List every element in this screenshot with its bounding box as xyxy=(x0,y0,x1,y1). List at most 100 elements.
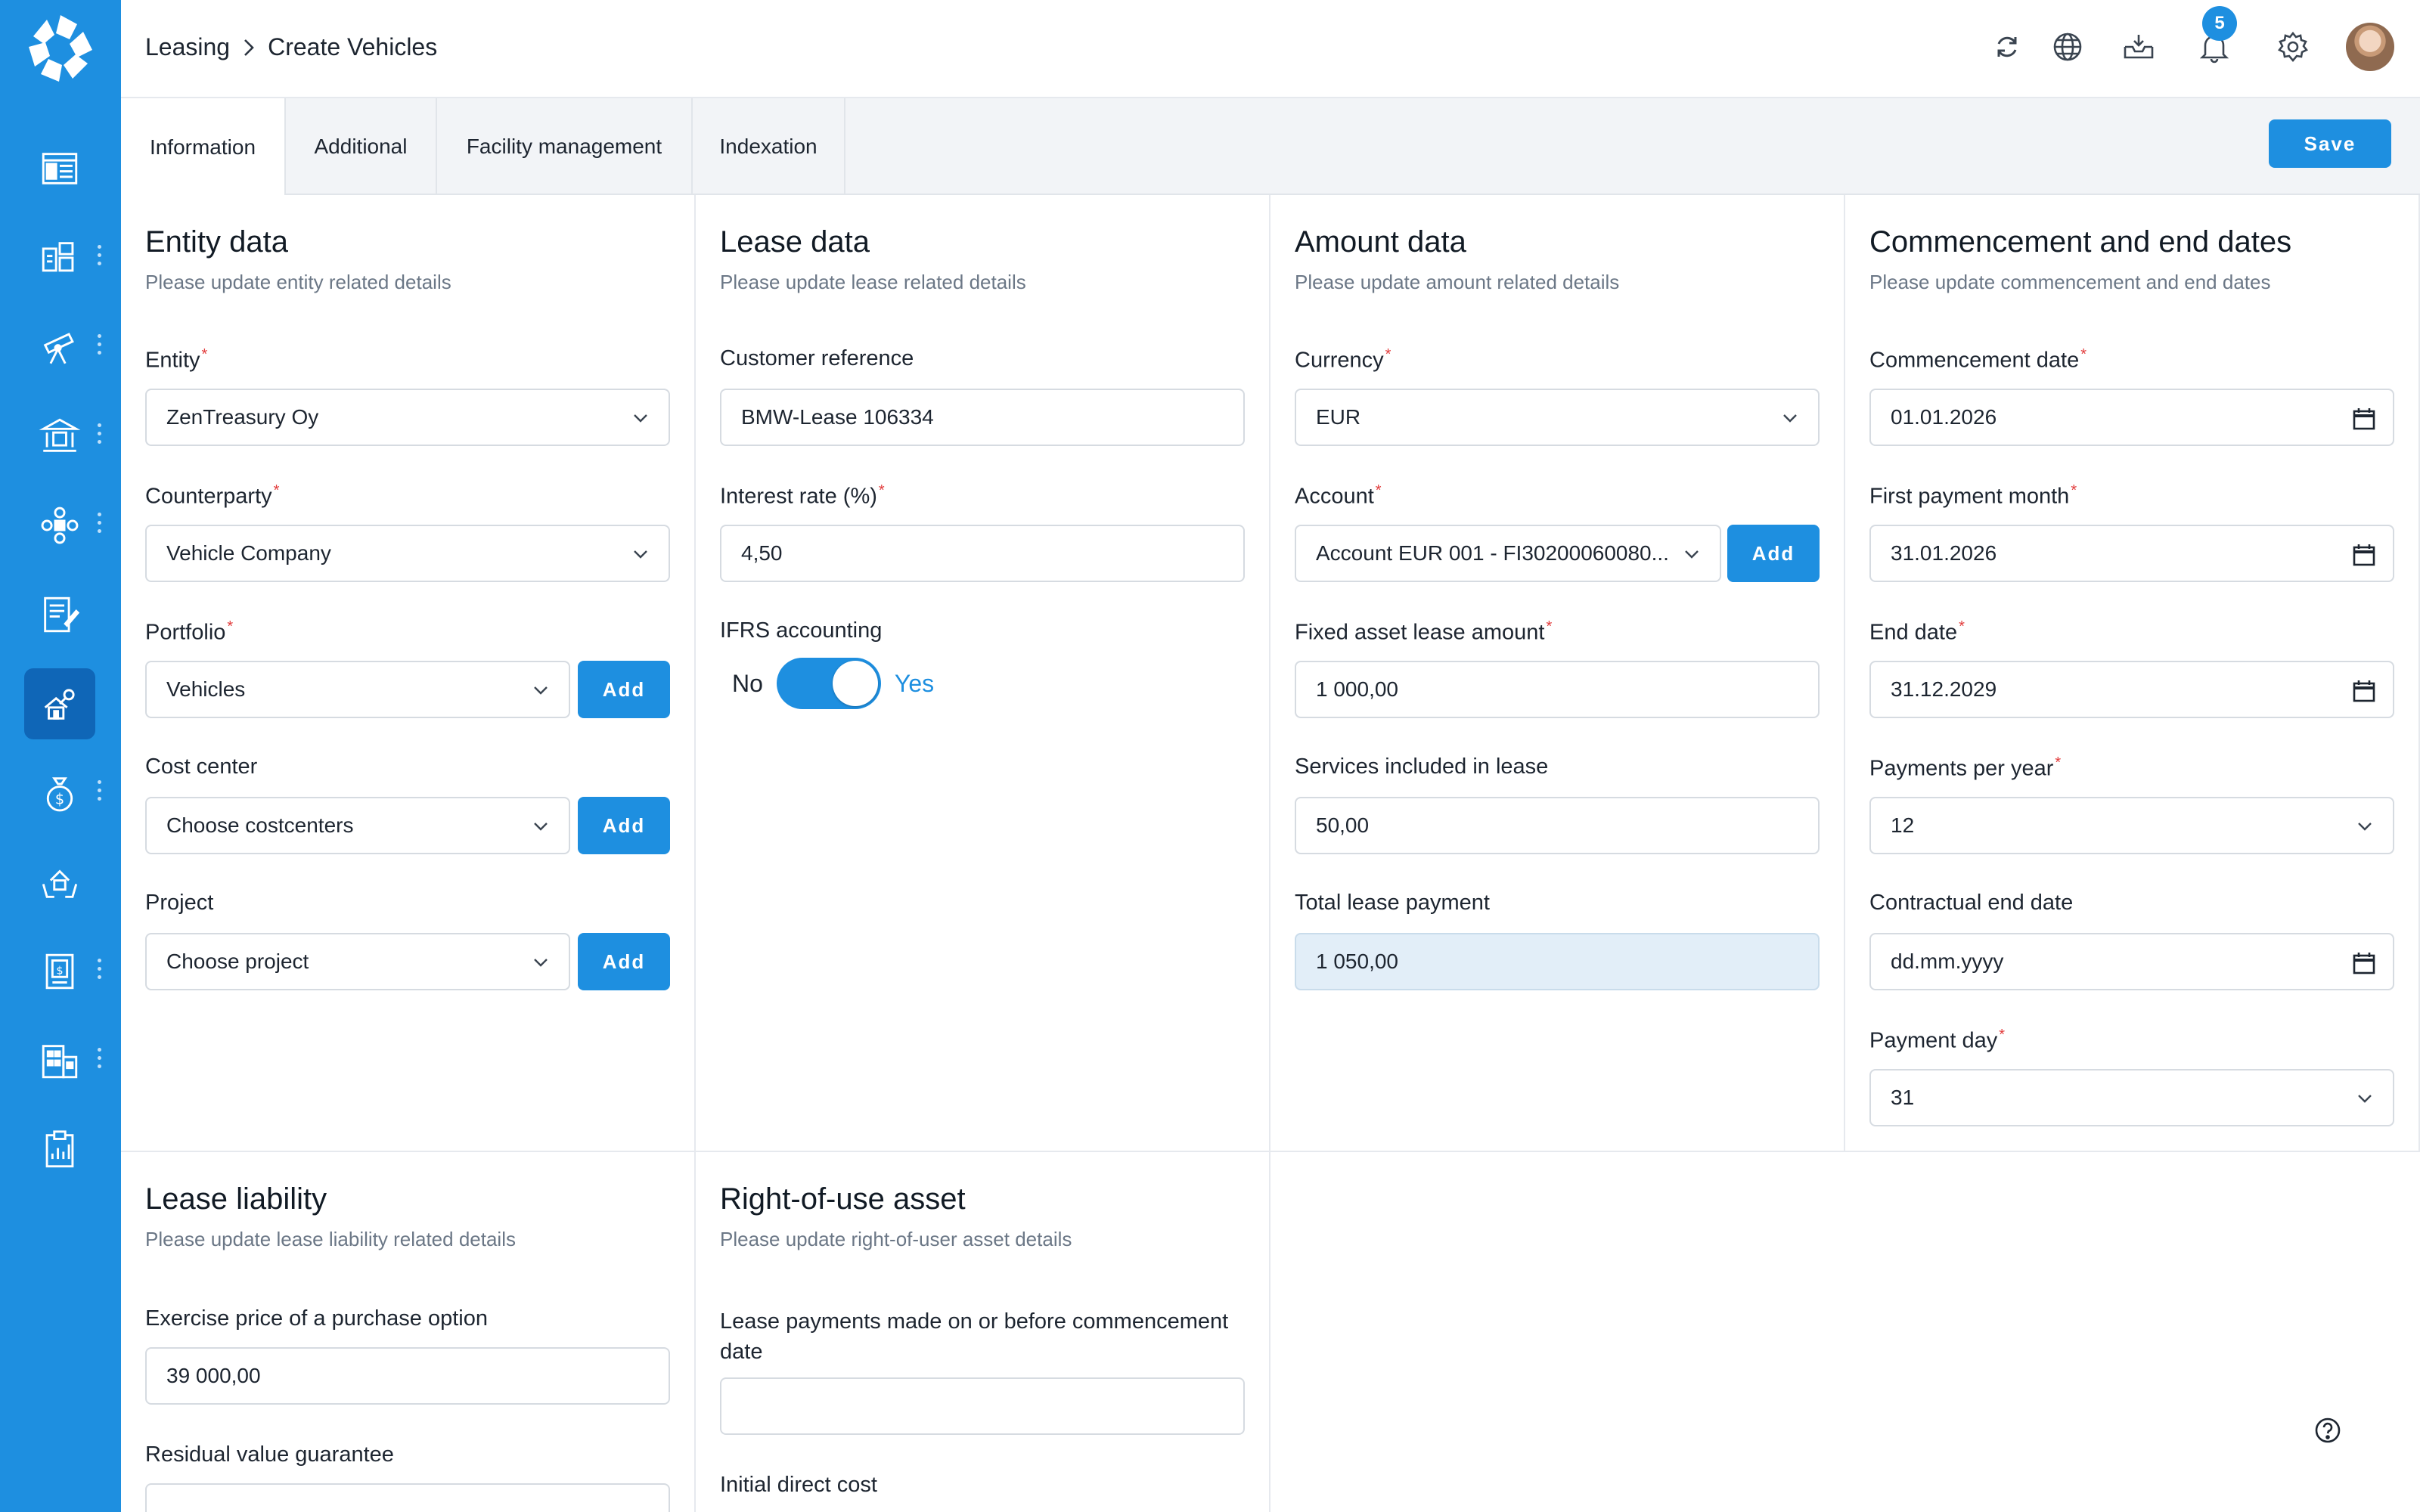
notification-count-badge: 5 xyxy=(2202,6,2237,41)
save-button[interactable]: Save xyxy=(2269,119,2391,168)
right-of-use-asset-panel: Right-of-use asset Please update right-o… xyxy=(696,1152,1270,1512)
sidebar-more-icon[interactable] xyxy=(95,508,103,541)
add-portfolio-button[interactable]: Add xyxy=(578,661,670,718)
panel-subtitle: Please update entity related details xyxy=(145,271,451,293)
services-included-input[interactable]: 50,00 xyxy=(1295,797,1820,854)
sidebar-item-documents[interactable] xyxy=(24,579,95,650)
refresh-button[interactable] xyxy=(1983,23,2031,71)
chevron-down-icon xyxy=(534,959,548,967)
add-account-button[interactable]: Add xyxy=(1727,525,1820,582)
sidebar-item-guarantees[interactable] xyxy=(24,847,95,918)
bank-icon xyxy=(39,418,81,452)
payments-per-year-select[interactable]: 12 xyxy=(1869,797,2394,854)
amount-data-panel: Amount data Please update amount related… xyxy=(1270,195,1845,1152)
calendar-icon[interactable] xyxy=(2352,407,2376,431)
settings-button[interactable] xyxy=(2269,23,2317,71)
panel-title: Entity data xyxy=(145,225,289,259)
services-included-label: Services included in lease xyxy=(1295,754,1549,779)
breadcrumb-leasing[interactable]: Leasing xyxy=(145,33,230,61)
chevron-down-icon xyxy=(534,686,548,695)
language-button[interactable] xyxy=(2043,23,2092,71)
breadcrumb: Leasing Create Vehicles xyxy=(145,33,437,61)
payment-day-label: Payment day * xyxy=(1869,1027,2006,1053)
panel-subtitle: Please update lease liability related de… xyxy=(145,1228,516,1250)
project-select[interactable]: Choose project xyxy=(145,933,570,990)
contractual-end-date-input[interactable]: dd.mm.yyyy xyxy=(1869,933,2394,990)
payment-day-select[interactable]: 31 xyxy=(1869,1069,2394,1126)
chevron-down-icon xyxy=(2358,823,2372,831)
sidebar-more-icon[interactable] xyxy=(95,240,103,274)
top-bar: Leasing Create Vehicles 5 xyxy=(121,0,2420,98)
add-cost-center-button[interactable]: Add xyxy=(578,797,670,854)
tab-facility-management[interactable]: Facility management xyxy=(437,98,693,195)
hands-house-icon xyxy=(42,869,78,898)
sidebar: $ $ xyxy=(0,0,121,1512)
counterparty-select[interactable]: Vehicle Company xyxy=(145,525,670,582)
sidebar-item-reports[interactable]: $ xyxy=(24,936,95,1007)
user-avatar[interactable] xyxy=(2346,23,2394,71)
sidebar-more-icon[interactable] xyxy=(95,419,103,452)
add-project-button[interactable]: Add xyxy=(578,933,670,990)
initial-direct-cost-label: Initial direct cost xyxy=(720,1473,877,1497)
sidebar-item-tasks[interactable] xyxy=(24,1114,95,1185)
lease-liability-panel: Lease liability Please update lease liab… xyxy=(121,1152,696,1512)
sidebar-item-leasing[interactable] xyxy=(24,668,95,739)
portfolio-select[interactable]: Vehicles xyxy=(145,661,570,718)
sidebar-item-network[interactable] xyxy=(24,490,95,561)
sidebar-item-funds[interactable]: $ xyxy=(24,758,95,829)
sidebar-more-icon[interactable] xyxy=(95,330,103,363)
notifications-button[interactable]: 5 xyxy=(2190,6,2238,71)
ifrs-toggle-group: No Yes xyxy=(732,658,934,709)
fixed-asset-lease-amount-input[interactable]: 1 000,00 xyxy=(1295,661,1820,718)
sidebar-more-icon[interactable] xyxy=(95,954,103,987)
calendar-icon[interactable] xyxy=(2352,951,2376,975)
sidebar-item-analytics[interactable] xyxy=(24,222,95,293)
svg-text:$: $ xyxy=(56,965,63,978)
commencement-date-input[interactable]: 01.01.2026 xyxy=(1869,389,2394,446)
calendar-icon[interactable] xyxy=(2352,543,2376,567)
lease-payments-before-commencement-label: Lease payments made on or before commenc… xyxy=(720,1309,1229,1364)
lease-payments-before-commencement-input[interactable] xyxy=(720,1377,1245,1435)
dashboard-icon xyxy=(42,153,78,184)
money-bag-icon: $ xyxy=(46,777,73,812)
calendar-icon[interactable] xyxy=(2352,679,2376,703)
sidebar-more-icon[interactable] xyxy=(95,1043,103,1077)
clipboard-icon xyxy=(45,1130,74,1168)
counterparty-label: Counterparty * xyxy=(145,482,280,509)
currency-select[interactable]: EUR xyxy=(1295,389,1820,446)
interest-rate-input[interactable]: 4,50 xyxy=(720,525,1245,582)
telescope-icon xyxy=(43,333,74,364)
end-date-label: End date * xyxy=(1869,618,1965,645)
customer-reference-input[interactable]: BMW-Lease 106334 xyxy=(720,389,1245,446)
exercise-price-input[interactable]: 39 000,00 xyxy=(145,1347,670,1405)
portfolio-label: Portfolio * xyxy=(145,618,234,645)
tab-indexation[interactable]: Indexation xyxy=(693,98,845,195)
sidebar-item-forecast[interactable] xyxy=(24,311,95,383)
ifrs-accounting-label: IFRS accounting xyxy=(720,618,883,643)
lease-data-panel: Lease data Please update lease related d… xyxy=(696,195,1270,1152)
sidebar-item-bank[interactable] xyxy=(24,401,95,472)
toggle-no-label: No xyxy=(732,669,763,697)
cost-center-select[interactable]: Choose costcenters xyxy=(145,797,570,854)
chevron-down-icon xyxy=(1783,414,1797,423)
help-icon[interactable] xyxy=(2314,1417,2341,1444)
residual-value-guarantee-input[interactable] xyxy=(145,1483,670,1512)
first-payment-month-input[interactable]: 31.01.2026 xyxy=(1869,525,2394,582)
inbox-button[interactable] xyxy=(2114,23,2163,71)
sidebar-item-dashboard[interactable] xyxy=(24,133,95,204)
toggle-knob xyxy=(832,661,878,706)
chevron-right-icon xyxy=(244,39,254,56)
panel-title: Amount data xyxy=(1295,225,1466,259)
cost-center-label: Cost center xyxy=(145,754,258,779)
tab-additional[interactable]: Additional xyxy=(286,98,437,195)
sidebar-item-facilities[interactable] xyxy=(24,1025,95,1096)
entity-select[interactable]: ZenTreasury Oy xyxy=(145,389,670,446)
tab-information[interactable]: Information xyxy=(121,98,286,197)
residual-value-guarantee-label: Residual value guarantee xyxy=(145,1442,394,1467)
ifrs-accounting-toggle[interactable] xyxy=(776,658,881,709)
panel-subtitle: Please update lease related details xyxy=(720,271,1026,293)
end-date-input[interactable]: 31.12.2029 xyxy=(1869,661,2394,718)
account-select[interactable]: Account EUR 001 - FI30200060080... xyxy=(1295,525,1721,582)
app-logo-icon[interactable] xyxy=(23,11,98,86)
sidebar-more-icon[interactable] xyxy=(95,776,103,809)
